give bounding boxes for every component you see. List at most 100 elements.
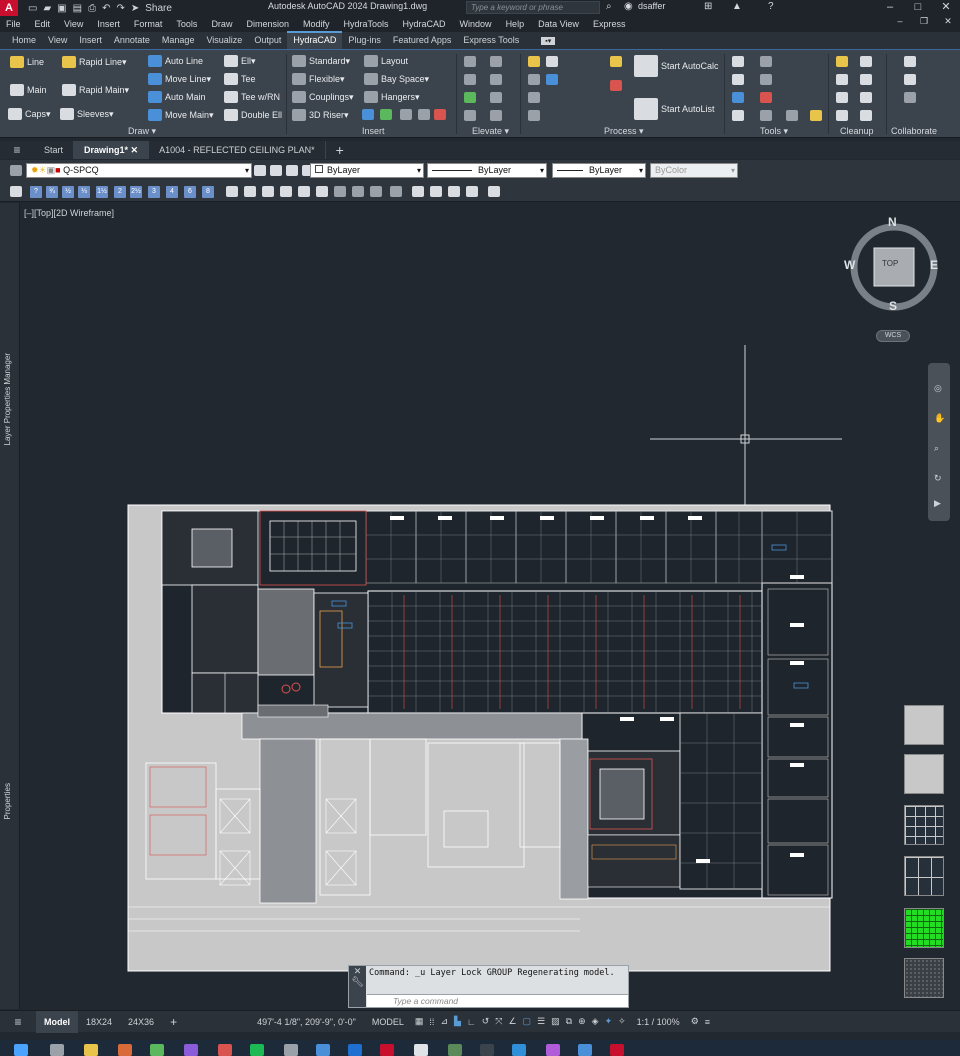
menu-edit[interactable]: Edit (35, 19, 51, 29)
group-label-cleanup[interactable]: Cleanup (840, 126, 874, 136)
showmotion-icon[interactable]: ▶ (934, 498, 941, 509)
taskbar-app-icon[interactable] (610, 1044, 624, 1056)
doc-minimize-icon[interactable]: – (888, 16, 912, 27)
pipe-size-button[interactable]: 6 (184, 186, 196, 198)
insert-tool-icon[interactable] (362, 109, 374, 120)
file-explorer-icon[interactable] (84, 1044, 98, 1056)
taskbar-app-icon[interactable] (414, 1044, 428, 1056)
search-input[interactable]: Type a keyword or phrase (466, 1, 600, 14)
pipe-size-button[interactable]: ¾ (46, 186, 58, 198)
tools-tool-icon[interactable] (732, 74, 744, 85)
layout-button[interactable]: Layout (364, 55, 408, 67)
print-icon[interactable]: ⎙ (88, 3, 96, 14)
quick-tool-icon[interactable] (298, 186, 310, 197)
info-icon[interactable] (546, 56, 558, 67)
terminal-icon[interactable] (480, 1044, 494, 1056)
annotation-visibility-icon[interactable]: ✦ (602, 1016, 616, 1027)
redo-icon[interactable]: ↷ (116, 3, 124, 14)
coordinates-readout[interactable]: 497'-4 1/8", 209'-9", 0'-0" (249, 1017, 364, 1027)
hatch-grid-swatch[interactable] (904, 856, 944, 896)
move-main-button[interactable]: Move Main ▾ (148, 109, 214, 121)
linetype-dropdown[interactable]: ByLayer ▾ (427, 163, 547, 178)
insert-tool-icon[interactable] (380, 109, 392, 120)
cleanup-tool-icon[interactable] (860, 110, 872, 121)
properties-tab[interactable]: Properties (3, 783, 12, 819)
insert-tool-icon[interactable] (418, 109, 430, 120)
taskbar-app-icon[interactable] (118, 1044, 132, 1056)
windows-start-icon[interactable] (14, 1044, 28, 1056)
menu-hydracad[interactable]: HydraCAD (403, 19, 446, 29)
menu-view[interactable]: View (64, 19, 83, 29)
hatch-solid-swatch[interactable] (904, 754, 944, 794)
dynamic-input-icon[interactable]: ▙ (451, 1016, 464, 1027)
plotstyle-dropdown[interactable]: ByColor ▾ (650, 163, 738, 178)
pipe-size-button[interactable]: 2½ (130, 186, 142, 198)
collaborate-tool-icon[interactable] (904, 74, 916, 85)
quick-tool-icon[interactable] (466, 186, 478, 197)
menu-format[interactable]: Format (134, 19, 163, 29)
elevate-tool-icon[interactable] (464, 56, 476, 67)
layout-tab-18x24[interactable]: 18X24 (78, 1017, 120, 1027)
close-icon[interactable]: ✕ (354, 966, 362, 976)
group-label-process[interactable]: Process ▾ (604, 126, 644, 137)
taskbar-app-icon[interactable] (50, 1044, 64, 1056)
wrench-icon[interactable]: 🔧︎ (351, 977, 364, 988)
annotation-scale-icon[interactable]: ✧ (615, 1016, 629, 1027)
layer-tool-icon[interactable] (270, 165, 282, 176)
tools-tool-icon[interactable] (732, 110, 744, 121)
hangers-button[interactable]: Hangers ▾ (364, 91, 420, 103)
menu-file[interactable]: File (6, 19, 21, 29)
snap-icon[interactable]: ⁞⁞ (426, 1017, 437, 1027)
cleanup-tool-icon[interactable] (836, 92, 848, 103)
compass-east[interactable]: E (930, 258, 938, 272)
menu-modify[interactable]: Modify (303, 19, 330, 29)
model-tab[interactable]: Model (36, 1010, 78, 1033)
isodraft-icon[interactable]: ⤧ (492, 1016, 505, 1027)
drawing-viewport[interactable]: [–][Top][2D Wireframe] N S E W TOP WCS ◎… (20, 203, 960, 1009)
start-autolist-button[interactable]: Start AutoList (634, 98, 715, 120)
navigation-bar[interactable]: ◎ ✋ ⌕ ↻ ▶ (928, 363, 950, 521)
taskbar-app-icon[interactable] (448, 1044, 462, 1056)
process-tool-icon[interactable] (528, 110, 540, 121)
process-tool-icon[interactable] (610, 80, 622, 91)
search-icon[interactable]: ⌕ (606, 1, 612, 12)
hatch-solid-swatch[interactable] (904, 705, 944, 745)
tab-insert[interactable]: Insert (73, 33, 108, 49)
process-tool-icon[interactable] (528, 92, 540, 103)
doc-tab-start[interactable]: Start (34, 141, 75, 159)
cleanup-tool-icon[interactable] (860, 92, 872, 103)
tools-tool-icon[interactable] (760, 92, 772, 103)
transparency-icon[interactable]: ▨ (548, 1016, 563, 1027)
cart-icon[interactable]: ⊞ (704, 1, 712, 12)
saveas-icon[interactable]: ▤ (73, 3, 82, 14)
auto-main-button[interactable]: Auto Main (148, 91, 206, 103)
menu-express[interactable]: Express (593, 19, 626, 29)
layer-tool-icon[interactable] (254, 165, 266, 176)
3d-osnap-icon[interactable]: ⊕ (575, 1016, 589, 1027)
tools-tool-icon[interactable] (732, 56, 744, 67)
chrome-icon[interactable] (150, 1044, 164, 1056)
auto-line-button[interactable]: Auto Line (148, 55, 203, 67)
tab-featured-apps[interactable]: Featured Apps (387, 33, 458, 49)
main-button[interactable]: Main (10, 84, 47, 96)
model-space-toggle[interactable]: MODEL (364, 1017, 412, 1027)
menu-window[interactable]: Window (460, 19, 492, 29)
taskbar-app-icon[interactable] (284, 1044, 298, 1056)
pipe-size-button[interactable]: 2 (114, 186, 126, 198)
tab-view[interactable]: View (42, 33, 73, 49)
pipe-size-button[interactable]: ? (30, 186, 42, 198)
quick-tool-icon[interactable] (262, 186, 274, 197)
pipe-size-button[interactable]: ⅓ (78, 186, 90, 198)
collaborate-tool-icon[interactable] (904, 56, 916, 67)
quick-tool-icon[interactable] (390, 186, 402, 197)
quick-tool-icon[interactable] (488, 186, 500, 197)
taskbar-app-icon[interactable] (578, 1044, 592, 1056)
vscode-icon[interactable] (512, 1044, 526, 1056)
minimize-icon[interactable]: – (876, 0, 904, 16)
hatch-green-swatch[interactable] (904, 908, 944, 948)
tab-hydracad[interactable]: HydraCAD (287, 31, 343, 49)
standard-button[interactable]: Standard ▾ (292, 55, 350, 67)
gear-icon[interactable]: ⚙ (688, 1016, 702, 1027)
open-icon[interactable]: ▰ (43, 3, 51, 14)
help-icon[interactable]: ? (768, 1, 774, 12)
